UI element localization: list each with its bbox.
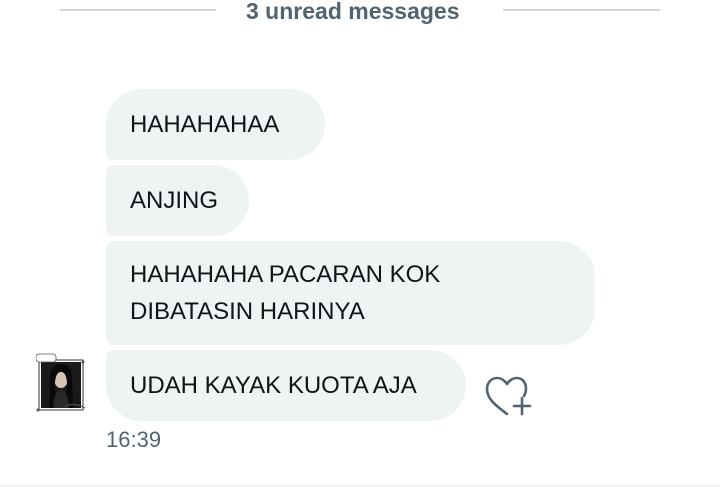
heart-plus-icon [485,376,532,416]
divider-line-left [60,9,216,11]
message-timestamp: 16:39 [106,427,162,452]
divider-line-right [503,9,660,11]
unread-messages-label: 3 unread messages [246,0,460,24]
message-bubble[interactable]: UDAH KAYAK KUOTA AJA [106,350,466,421]
message-text: HAHAHAHAA [130,111,280,138]
message-bubble[interactable]: HAHAHAHAA [106,89,325,160]
avatar-image [35,353,86,412]
message-bubble[interactable]: HAHAHAHA PACARAN KOK DIBATASIN HARINYA [106,241,595,345]
message-text: UDAH KAYAK KUOTA AJA [130,372,417,399]
message-text-line: HAHAHAHA PACARAN KOK [130,261,441,288]
add-reaction-button[interactable] [484,376,532,418]
message-text: ANJING [130,187,219,214]
message-text-line: DIBATASIN HARINYA [130,298,365,325]
avatar[interactable] [35,352,86,414]
message-bubble[interactable]: ANJING [106,165,249,236]
